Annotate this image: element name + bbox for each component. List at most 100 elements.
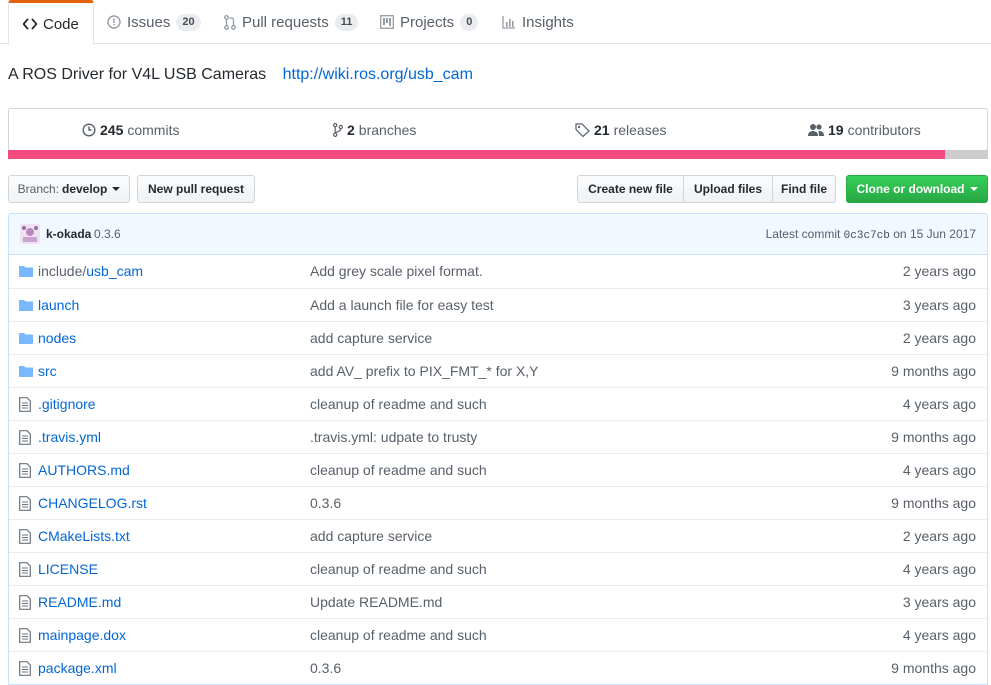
table-row: src add AV_ prefix to PIX_FMT_* for X,Y 9 … xyxy=(9,354,987,387)
table-row: launch Add a launch file for easy test 3 y… xyxy=(9,288,987,321)
code-icon xyxy=(23,18,37,30)
folder-icon xyxy=(19,264,33,280)
commit-age: 3 years ago xyxy=(902,594,976,610)
releases-count: 21 xyxy=(594,122,610,138)
folder-icon xyxy=(19,364,33,380)
branch-label: Branch: xyxy=(17,182,59,196)
file-list: include/usb_cam Add grey scale pixel form… xyxy=(8,255,988,685)
file-name-link[interactable]: package.xml xyxy=(38,660,117,676)
commit-age: 9 months ago xyxy=(891,429,976,445)
homepage-link[interactable]: http://wiki.ros.org/usb_cam xyxy=(283,66,473,83)
file-name-cell: nodes xyxy=(38,330,76,346)
folder-icon xyxy=(19,331,33,347)
table-row: nodes add capture service 2 years ago xyxy=(9,321,987,354)
commit-age: 4 years ago xyxy=(902,627,976,643)
commit-message-link[interactable]: .travis.yml: udpate to trusty xyxy=(310,429,477,445)
file-name-link[interactable]: .travis.yml xyxy=(38,429,101,445)
commit-message-link[interactable]: Add grey scale pixel format. xyxy=(310,263,483,279)
commit-message-link[interactable]: cleanup of readme and such xyxy=(310,561,487,577)
chevron-down-icon xyxy=(112,187,121,191)
commit-message-link[interactable]: Update README.md xyxy=(310,594,442,610)
commits-stat[interactable]: 245 commits xyxy=(82,109,179,151)
contributors-count: 19 xyxy=(828,122,844,138)
tab-label: Projects xyxy=(400,13,455,31)
commit-age: 9 months ago xyxy=(891,363,976,379)
commit-sha-link[interactable]: 0c3c7cb xyxy=(844,230,890,242)
new-pull-request-button[interactable]: New pull request xyxy=(137,175,255,203)
commit-message-link[interactable]: cleanup of readme and such xyxy=(310,396,487,412)
file-name-link[interactable]: LICENSE xyxy=(38,561,98,577)
tab-issues[interactable]: Issues 20 xyxy=(107,0,201,44)
file-name-link[interactable]: usb_cam xyxy=(86,263,143,279)
file-icon xyxy=(19,397,31,415)
clone-or-download-button[interactable]: Clone or download xyxy=(846,175,988,203)
commit-age: 4 years ago xyxy=(902,561,976,577)
file-name-cell: .gitignore xyxy=(38,396,96,412)
tab-pull-requests[interactable]: Pull requests 11 xyxy=(224,0,359,44)
file-icon xyxy=(19,562,31,580)
upload-files-label: Upload files xyxy=(693,182,762,196)
file-icon xyxy=(19,661,31,679)
commit-message-link[interactable]: cleanup of readme and such xyxy=(310,627,487,643)
file-icon xyxy=(19,496,31,514)
commit-message-link[interactable]: add capture service xyxy=(310,330,432,346)
tab-insights[interactable]: Insights xyxy=(502,0,574,44)
file-name-link[interactable]: CMakeLists.txt xyxy=(38,528,130,544)
tab-projects[interactable]: Projects 0 xyxy=(380,0,479,44)
pull-requests-counter: 11 xyxy=(334,13,359,31)
commit-age: 4 years ago xyxy=(902,396,976,412)
branches-count: 2 xyxy=(347,122,355,138)
file-name-link[interactable]: .gitignore xyxy=(38,396,96,412)
file-name-cell: package.xml xyxy=(38,660,117,676)
file-icon xyxy=(19,529,31,547)
issue-icon xyxy=(107,15,121,29)
table-row: LICENSE cleanup of readme and such 4 years… xyxy=(9,552,987,585)
contributors-stat[interactable]: 19 contributors xyxy=(808,109,921,151)
file-name-cell: CHANGELOG.rst xyxy=(38,495,147,511)
file-name-link[interactable]: CHANGELOG.rst xyxy=(38,495,147,511)
commit-age: 9 months ago xyxy=(891,495,976,511)
commit-message-link[interactable]: 0.3.6 xyxy=(94,227,121,241)
file-name-cell: AUTHORS.md xyxy=(38,462,130,478)
projects-counter: 0 xyxy=(460,13,479,31)
commit-message-link[interactable]: 0.3.6 xyxy=(310,660,341,676)
chevron-down-icon xyxy=(969,187,978,191)
tab-code[interactable]: Code xyxy=(8,0,94,45)
language-bar[interactable] xyxy=(8,150,988,159)
file-name-cell: launch xyxy=(38,297,79,313)
branch-select-button[interactable]: Branch: develop xyxy=(8,175,130,203)
commit-message-link[interactable]: add AV_ prefix to PIX_FMT_* for X,Y xyxy=(310,363,539,379)
find-file-button[interactable]: Find file xyxy=(772,175,836,203)
file-name-cell: LICENSE xyxy=(38,561,98,577)
file-name-link[interactable]: nodes xyxy=(38,330,76,346)
file-name-cell: .travis.yml xyxy=(38,429,101,445)
upload-files-button[interactable]: Upload files xyxy=(683,175,773,203)
commit-message-link[interactable]: cleanup of readme and such xyxy=(310,462,487,478)
language-segment[interactable] xyxy=(8,150,945,159)
graph-icon xyxy=(502,16,515,29)
file-icon xyxy=(19,628,31,646)
avatar[interactable] xyxy=(20,224,40,244)
commit-message-link[interactable]: 0.3.6 xyxy=(310,495,341,511)
commit-message-link[interactable]: Add a launch file for easy test xyxy=(310,297,494,313)
commit-author-link[interactable]: k-okada xyxy=(46,227,91,241)
commit-message-link[interactable]: add capture service xyxy=(310,528,432,544)
tab-label: Code xyxy=(43,15,79,33)
file-name-cell: src xyxy=(38,363,57,379)
file-name-link[interactable]: mainpage.dox xyxy=(38,627,126,643)
file-icon xyxy=(19,430,31,448)
table-row: mainpage.dox cleanup of readme and such 4 … xyxy=(9,618,987,651)
file-name-link[interactable]: README.md xyxy=(38,594,121,610)
file-name-link[interactable]: launch xyxy=(38,297,79,313)
file-icon xyxy=(19,595,31,613)
branches-stat[interactable]: 2 branches xyxy=(333,109,416,151)
commit-age: 9 months ago xyxy=(891,660,976,676)
file-name-cell: README.md xyxy=(38,594,121,610)
file-name-link[interactable]: AUTHORS.md xyxy=(38,462,130,478)
file-name-link[interactable]: src xyxy=(38,363,57,379)
releases-stat[interactable]: 21 releases xyxy=(575,109,667,151)
create-new-file-button[interactable]: Create new file xyxy=(577,175,684,203)
latest-commit-label: Latest commit xyxy=(765,227,841,241)
people-icon xyxy=(808,124,824,136)
table-row: .gitignore cleanup of readme and such 4 ye… xyxy=(9,387,987,420)
